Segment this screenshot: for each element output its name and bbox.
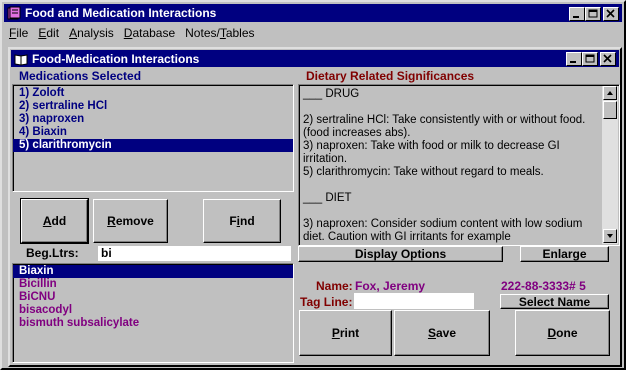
scroll-thumb[interactable]: [603, 101, 617, 119]
child-minimize-button[interactable]: [566, 52, 582, 66]
result-item[interactable]: Bicillin: [13, 278, 293, 291]
arrow-up-icon: [607, 91, 613, 95]
dietary-scrollbar[interactable]: [602, 86, 618, 244]
done-button[interactable]: Done: [515, 310, 610, 356]
dietary-paragraph: 3) naproxen: Consider sodium content wit…: [303, 218, 583, 243]
book-icon: [14, 53, 28, 66]
medications-list[interactable]: 1) Zoloft 2) sertraline HCl 3) naproxen …: [12, 84, 294, 192]
app-window: Food and Medication Interactions File Ed…: [0, 0, 626, 370]
beg-ltrs-input[interactable]: bi: [98, 246, 291, 261]
medication-item[interactable]: 3) naproxen: [13, 113, 293, 126]
dietary-paragraph: 5) clarithromycin: Take without regard t…: [303, 166, 544, 178]
arrow-down-icon: [607, 234, 613, 238]
scroll-up-button[interactable]: [603, 86, 617, 100]
drug-heading: ___ DRUG: [303, 88, 360, 100]
minimize-icon: [570, 61, 576, 63]
menu-bar: File Edit Analysis Database Notes/Tables: [4, 24, 622, 42]
medications-label: Medications Selected: [19, 69, 142, 83]
diet-heading: ___ DIET: [303, 192, 352, 204]
find-button[interactable]: Fi nd: [203, 199, 281, 243]
menu-database[interactable]: Database: [119, 26, 180, 40]
result-item-selected[interactable]: Biaxin: [13, 265, 293, 278]
menu-file[interactable]: File: [4, 26, 33, 40]
maximize-button[interactable]: [585, 7, 601, 21]
search-results-list[interactable]: Biaxin Bicillin BiCNU bisacodyl bismuth …: [12, 263, 294, 363]
patient-id: 222-88-3333# 5: [501, 279, 586, 293]
tagline-input[interactable]: [354, 293, 474, 309]
dietary-label: Dietary Related Significances: [306, 69, 475, 83]
medication-item[interactable]: 4) Biaxin: [13, 126, 293, 139]
close-icon: [603, 54, 612, 63]
menu-notes-tables[interactable]: Notes/Tables: [180, 26, 259, 40]
maximize-icon: [585, 54, 595, 63]
result-item[interactable]: bismuth subsalicylate: [13, 317, 293, 330]
maximize-icon: [588, 9, 598, 18]
print-button[interactable]: Print: [299, 310, 392, 356]
minimize-icon: [573, 16, 579, 18]
enlarge-button[interactable]: Enlarge: [520, 246, 609, 262]
select-name-button[interactable]: Select Name: [500, 294, 609, 309]
close-button[interactable]: [603, 7, 619, 21]
tagline-label: Tag Line:: [300, 295, 353, 309]
scroll-down-button[interactable]: [603, 229, 617, 243]
app-title: Food and Medication Interactions: [25, 6, 217, 20]
dietary-text[interactable]: ___ DRUG 2) sertraline HCl: Take consist…: [298, 84, 620, 246]
app-titlebar[interactable]: Food and Medication Interactions: [4, 4, 622, 22]
result-item[interactable]: BiCNU: [13, 291, 293, 304]
child-window: Food-Medication Interactions Medications…: [8, 47, 622, 367]
child-titlebar[interactable]: Food-Medication Interactions: [11, 50, 619, 67]
dietary-paragraph: 2) sertraline HCl: Take consistently wit…: [303, 114, 586, 139]
add-button[interactable]: Add: [20, 198, 89, 244]
menu-analysis[interactable]: Analysis: [64, 26, 119, 40]
display-options-button[interactable]: Display Options: [298, 246, 503, 262]
remove-button[interactable]: Remove: [93, 199, 168, 243]
close-icon: [606, 9, 615, 18]
medication-item-selected[interactable]: 5) clarithromycin: [13, 139, 293, 152]
minimize-button[interactable]: [569, 7, 585, 21]
result-item[interactable]: bisacodyl: [13, 304, 293, 317]
medication-item[interactable]: 2) sertraline HCl: [13, 100, 293, 113]
child-maximize-button[interactable]: [582, 52, 598, 66]
child-close-button[interactable]: [600, 52, 616, 66]
child-title: Food-Medication Interactions: [32, 51, 200, 66]
name-label: Name:: [316, 279, 353, 293]
dietary-paragraph: 3) naproxen: Take with food or milk to d…: [303, 140, 560, 165]
menu-edit[interactable]: Edit: [33, 26, 64, 40]
medication-item[interactable]: 1) Zoloft: [13, 87, 293, 100]
beg-ltrs-label: Beg.Ltrs:: [26, 246, 79, 260]
patient-name: Fox, Jeremy: [355, 279, 426, 293]
save-button[interactable]: Save: [394, 310, 490, 356]
app-icon: [7, 6, 21, 20]
